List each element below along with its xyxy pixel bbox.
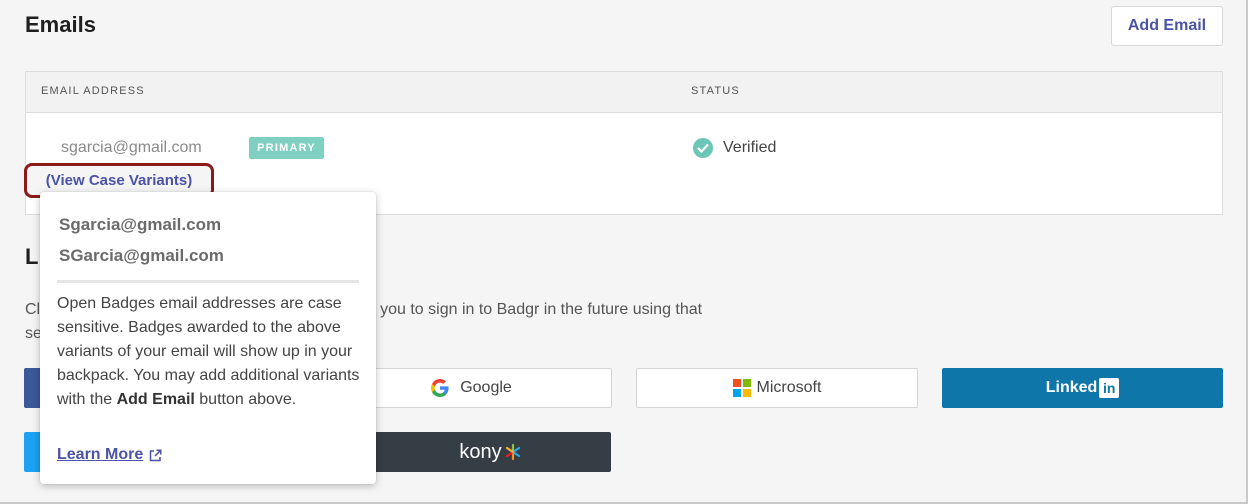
check-circle-icon [693,138,713,158]
email-address: sgarcia@gmail.com [61,139,202,156]
column-email-address: EMAIL ADDRESS [41,85,145,97]
google-label: Google [460,379,512,396]
linkedin-label: Linked [1045,379,1098,396]
email-variant: Sgarcia@gmail.com [59,215,222,234]
kony-logo-icon [504,443,522,461]
linkedin-in-icon: in [1099,378,1120,398]
linkedin-signin-button[interactable]: Linked in [942,368,1223,408]
add-email-button[interactable]: Add Email [1111,6,1223,46]
divider [57,280,359,283]
learn-more-link[interactable]: Learn More [57,446,162,464]
column-status: STATUS [691,85,740,97]
external-link-icon [149,448,162,462]
email-variant: SGarcia@gmail.com [59,246,224,265]
table-header: EMAIL ADDRESS STATUS [26,72,1222,113]
microsoft-label: Microsoft [756,379,822,396]
microsoft-signin-button[interactable]: Microsoft [636,368,918,408]
emails-title: Emails [25,12,96,37]
microsoft-icon [732,379,751,397]
kony-label: kony [459,440,502,463]
case-variants-popover: Sgarcia@gmail.com SGarcia@gmail.com Open… [40,192,376,484]
status-text: Verified [723,139,777,156]
popover-description: Open Badges email addresses are case sen… [57,295,360,408]
primary-badge: PRIMARY [249,137,324,159]
learn-more-label: Learn More [57,446,144,463]
desc-line1-right: y you to sign in to Badgr in the future … [367,301,703,318]
page-background: Emails Add Email EMAIL ADDRESS STATUS sg… [0,0,1248,504]
google-icon [430,378,450,398]
